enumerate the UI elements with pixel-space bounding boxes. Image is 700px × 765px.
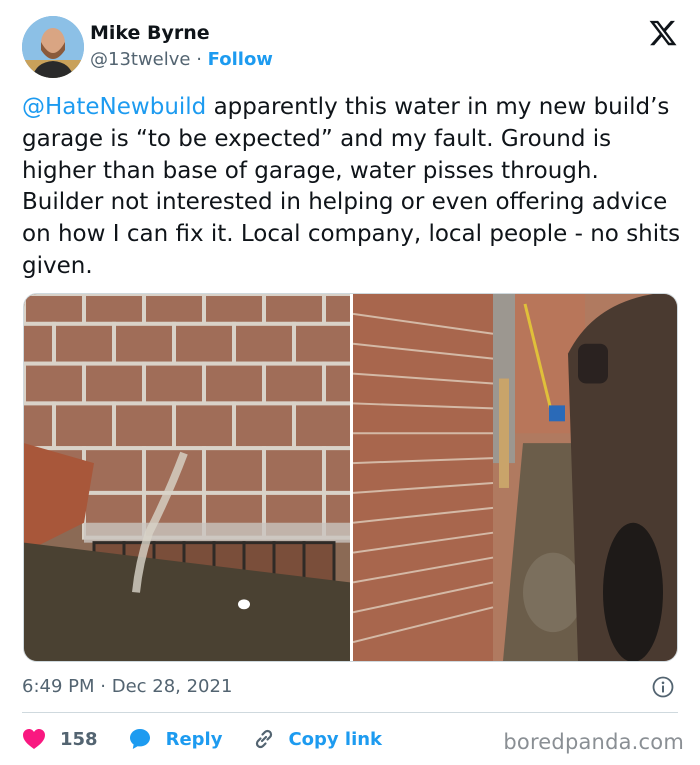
avatar-photo: [22, 16, 84, 78]
tweet-actions: 158 Reply Copy link: [22, 724, 412, 754]
tweet-time: 6:49 PM: [22, 676, 95, 697]
tweet-timestamp[interactable]: 6:49 PM · Dec 28, 2021: [22, 676, 232, 697]
mention-link[interactable]: @HateNewbuild: [22, 94, 206, 120]
tweet-text: @HateNewbuild apparently this water in m…: [22, 92, 682, 283]
divider: [22, 712, 678, 713]
handle-separator: ·: [190, 49, 208, 70]
flooded-garage-image: [353, 294, 677, 661]
user-handle[interactable]: @13twelve: [90, 49, 191, 70]
photo-flooded-garage[interactable]: [353, 294, 677, 661]
speech-bubble-icon: [129, 729, 150, 749]
link-icon: [256, 729, 273, 749]
user-display-name[interactable]: Mike Byrne: [90, 22, 210, 44]
timestamp-separator: ·: [94, 676, 112, 697]
follow-button[interactable]: Follow: [208, 49, 273, 70]
avatar[interactable]: [22, 16, 84, 78]
heart-icon: [23, 729, 45, 749]
like-count: 158: [60, 728, 98, 750]
copy-link-label: Copy link: [288, 728, 383, 750]
tweet-date: Dec 28, 2021: [111, 676, 233, 697]
reply-button[interactable]: Reply: [128, 727, 223, 751]
x-logo-icon[interactable]: [648, 18, 678, 48]
reply-label: Reply: [165, 728, 223, 750]
like-button[interactable]: 158: [22, 728, 98, 750]
brick-wall-leak-image: [24, 294, 350, 661]
tweet-body: apparently this water in my new build’s …: [22, 94, 681, 279]
info-icon[interactable]: [652, 676, 674, 698]
copy-link-button[interactable]: Copy link: [252, 727, 382, 751]
photo-brick-wall-leak[interactable]: [24, 294, 350, 661]
user-handle-line: @13twelve · Follow: [90, 49, 273, 70]
media-grid[interactable]: [23, 293, 678, 662]
watermark: boredpanda.com: [503, 730, 684, 754]
